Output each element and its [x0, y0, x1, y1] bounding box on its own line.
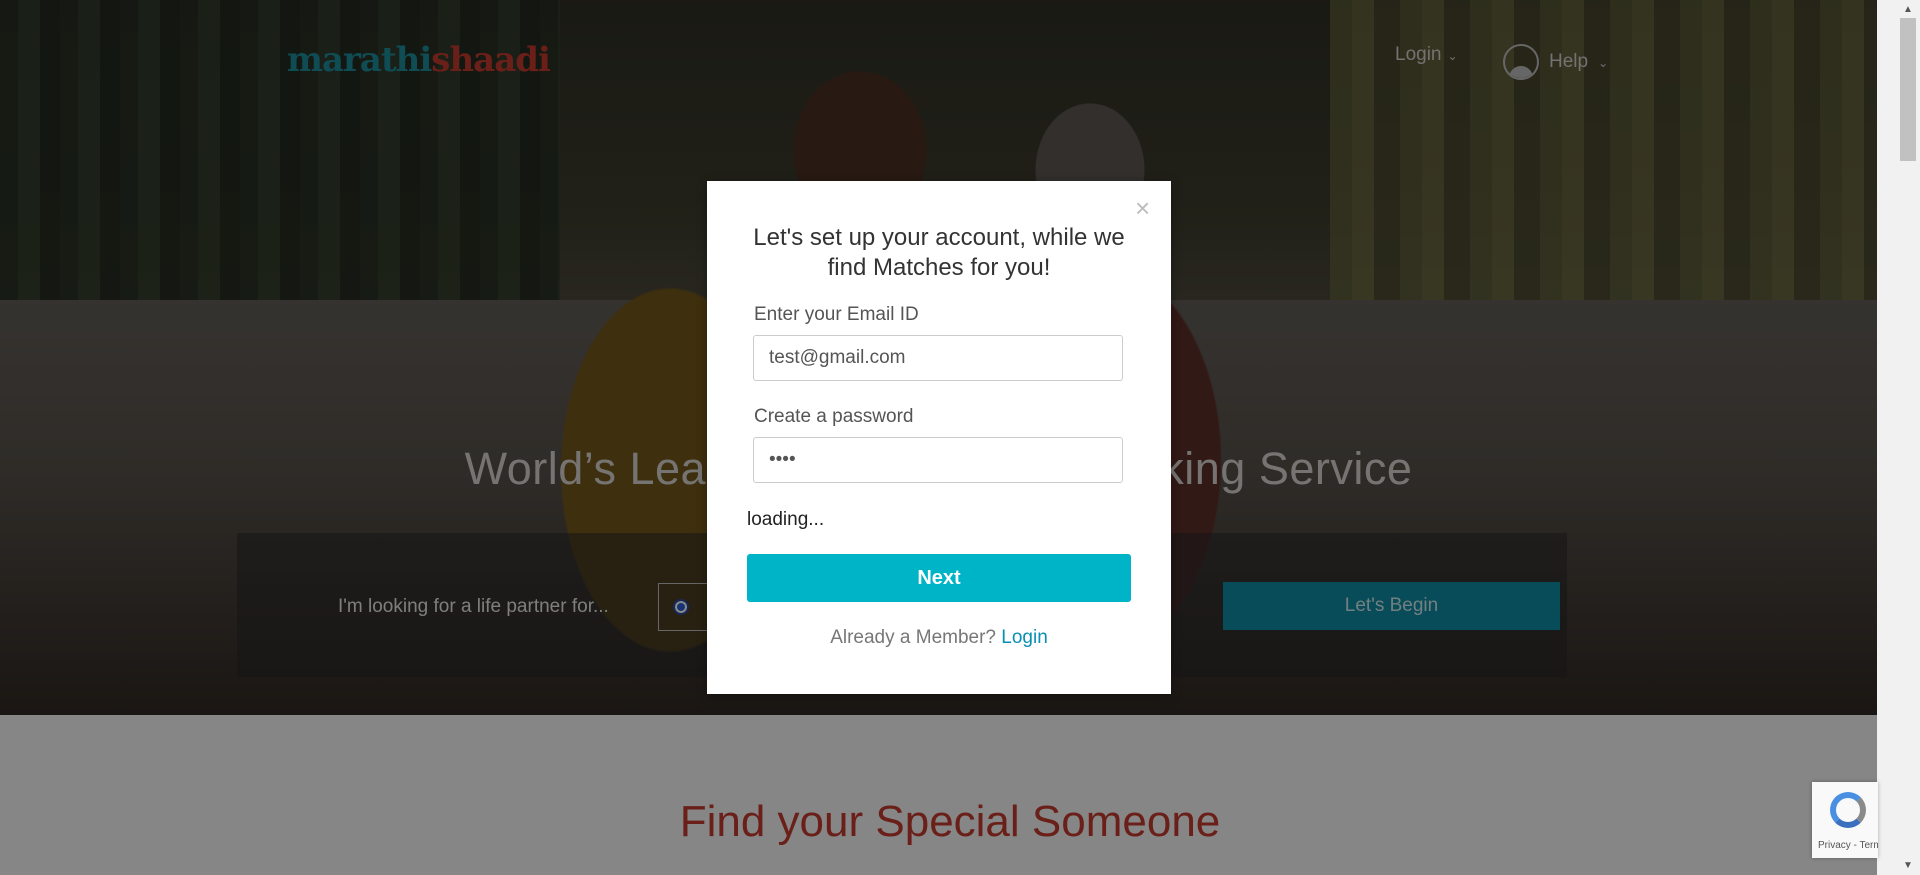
email-field[interactable] — [753, 335, 1123, 381]
member-login-link[interactable]: Login — [1001, 627, 1048, 648]
password-field[interactable] — [753, 437, 1123, 483]
email-label: Enter your Email ID — [754, 304, 919, 325]
password-label: Create a password — [754, 406, 914, 427]
modal-title: Let's set up your account, while we find… — [753, 224, 1125, 281]
recaptcha-text[interactable]: Privacy - Terms — [1818, 840, 1878, 851]
signup-modal: × Let's set up your account, while we fi… — [707, 181, 1171, 694]
recaptcha-badge[interactable]: Privacy - Terms — [1812, 782, 1878, 858]
scroll-up-icon[interactable]: ▲ — [1903, 4, 1913, 15]
scroll-down-icon[interactable]: ▼ — [1903, 860, 1913, 871]
loading-text: loading... — [747, 509, 825, 530]
recaptcha-icon — [1830, 792, 1866, 828]
member-prompt: Already a Member? Login — [707, 627, 1171, 649]
member-text: Already a Member? — [830, 627, 996, 648]
next-button[interactable]: Next — [747, 554, 1131, 602]
close-icon[interactable]: × — [1135, 195, 1150, 221]
scrollbar-thumb[interactable] — [1900, 18, 1916, 161]
